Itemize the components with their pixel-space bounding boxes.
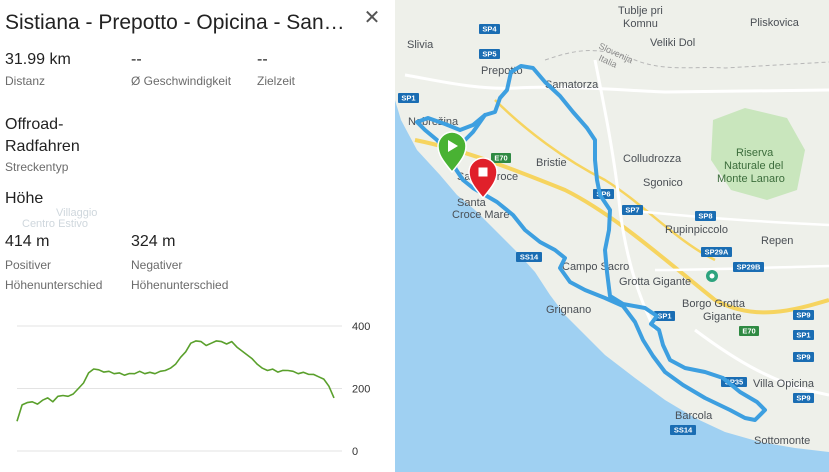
descent-label-line2: Höhenunterschied [131, 278, 229, 292]
elevation-tick-label: 0 [352, 446, 358, 458]
map-label: Grotta Gigante [619, 276, 691, 288]
speed-value: -- [131, 51, 142, 68]
ascent-label-line1: Positiver [5, 258, 52, 272]
map-label: Bristie [536, 157, 567, 169]
map-label: Gigante [703, 311, 742, 323]
descent-value: 324 m [131, 233, 176, 250]
map-label: Campo Sacro [562, 261, 629, 273]
map-label: Barcola [675, 410, 713, 422]
map-label: Sgonico [643, 177, 683, 189]
map-label: Naturale del [724, 160, 783, 172]
map-label: Riserva [736, 147, 774, 159]
ghost-map-label: Centro Estivo [22, 218, 89, 230]
road-shield: E70 [494, 154, 507, 163]
road-shield: SP1 [401, 94, 415, 103]
elevation-tick-label: 400 [352, 321, 370, 333]
track-type-value-line1: Offroad- [5, 116, 64, 133]
speed-label: Ø Geschwindigkeit [131, 74, 232, 88]
track-type-label: Streckentyp [5, 160, 69, 174]
elevation-line [16, 340, 335, 422]
map-canvas[interactable]: Tublje pri Komnu Slivia Veliki Dol Plisk… [395, 0, 829, 472]
map-label: Colludrozza [623, 153, 682, 165]
map-label: Repen [761, 235, 793, 247]
map-label: Borgo Grotta [682, 298, 746, 310]
stop-marker-icon [478, 167, 488, 177]
route-details-panel: Villaggio Centro Estivo Sistiana - Prepo… [0, 0, 395, 472]
ascent-label-line2: Höhenunterschied [5, 278, 103, 292]
road-shield: SP29B [737, 263, 761, 272]
track-type-value: Offroad- Radfahren [5, 114, 80, 158]
road-shield: SP9 [796, 394, 810, 403]
map-label: Tublje pri [618, 5, 663, 17]
road-shield: SP4 [482, 25, 497, 34]
track-type-value-line2: Radfahren [5, 138, 80, 155]
road-shield: SP7 [625, 206, 639, 215]
distance-label: Distanz [5, 74, 46, 88]
map-label: Veliki Dol [650, 37, 695, 49]
distance-value: 31.99 km [5, 51, 71, 68]
map-label: Croce Mare [452, 209, 509, 221]
road-shield: SP8 [698, 212, 712, 221]
road-shield: SP5 [482, 50, 496, 59]
descent-label-line1: Negativer [131, 258, 183, 272]
poi-icon [709, 273, 715, 279]
map-label: Komnu [623, 18, 658, 30]
grotta-gigante-poi[interactable] [706, 270, 718, 282]
route-map[interactable]: Tublje pri Komnu Slivia Veliki Dol Plisk… [395, 0, 829, 472]
map-label: Monte Lanaro [717, 173, 785, 185]
map-label: Sottomonte [754, 435, 810, 447]
map-label: Grignano [546, 304, 591, 316]
road-shield: SS14 [520, 253, 539, 262]
road-shield: SP1 [657, 312, 671, 321]
elevation-header: Höhe [5, 190, 44, 207]
road-shield: SP29A [705, 248, 729, 257]
map-label: Pliskovica [750, 17, 800, 29]
map-label: Rupinpiccolo [665, 224, 728, 236]
elevation-tick-label: 200 [352, 384, 370, 396]
elevation-chart: 400 200 0 [16, 321, 370, 458]
road-shield: SP9 [796, 311, 810, 320]
map-label: Santa [457, 197, 487, 209]
target-time-value: -- [257, 51, 268, 68]
ascent-value: 414 m [5, 233, 50, 250]
route-title: Sistiana - Prepotto - Opicina - San… [5, 11, 345, 34]
road-shield: SP1 [796, 331, 810, 340]
map-label: Villa Opicina [753, 378, 815, 390]
road-shield: SP9 [796, 353, 810, 362]
target-time-label: Zielzeit [257, 74, 296, 88]
road-shield: E70 [742, 327, 755, 336]
road-shield: SS14 [674, 426, 693, 435]
close-icon[interactable]: ✕ [362, 8, 382, 28]
map-label: Slivia [407, 39, 434, 51]
